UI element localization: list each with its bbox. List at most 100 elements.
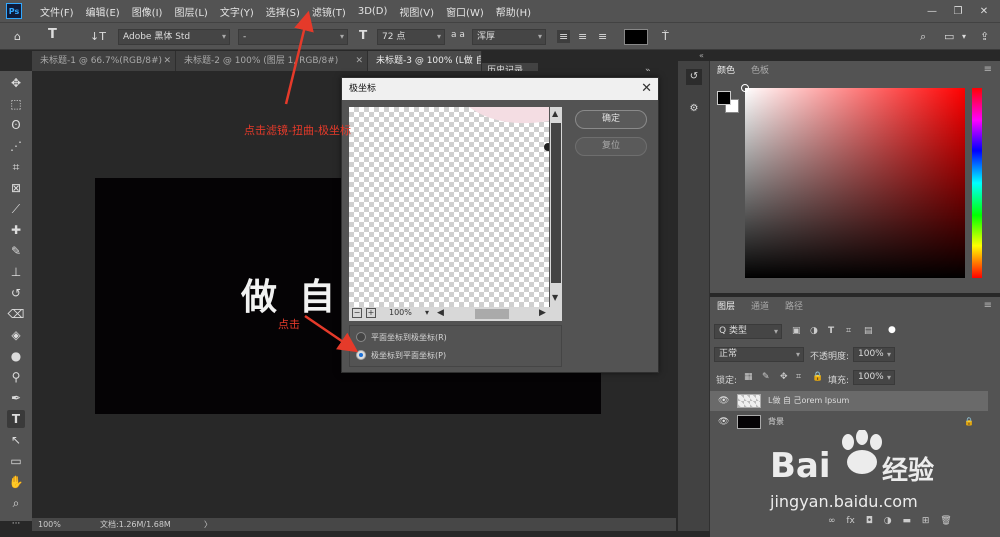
maximize-button[interactable]: ❐ — [950, 6, 966, 17]
filter-preview[interactable] — [349, 107, 549, 307]
clone-stamp-tool-icon[interactable]: ⊥ — [7, 263, 25, 281]
hand-tool-icon[interactable]: ✋ — [7, 473, 25, 491]
eye-icon[interactable]: 👁 — [718, 391, 729, 411]
layer-row-text[interactable]: 👁 L做 自 己orem Ipsum — [710, 391, 988, 411]
menu-image[interactable]: 图像(I) — [132, 4, 163, 19]
menu-edit[interactable]: 编辑(E) — [86, 4, 120, 19]
filter-smart-object-icon[interactable]: ▤ — [864, 326, 873, 336]
scroll-left-icon[interactable]: ◀ — [437, 308, 444, 318]
zoom-tool-icon[interactable]: ⌕ — [7, 494, 25, 512]
foreground-color-swatch[interactable] — [717, 91, 731, 105]
lock-transparent-icon[interactable]: ▦ — [744, 372, 753, 382]
menu-type[interactable]: 文字(Y) — [220, 4, 254, 19]
ok-button[interactable]: 确定 — [575, 110, 647, 129]
healing-brush-tool-icon[interactable]: ✚ — [7, 221, 25, 239]
horizontal-scroll-thumb[interactable] — [475, 309, 509, 319]
move-tool-icon[interactable]: ✥ — [7, 74, 25, 92]
align-left-icon[interactable]: ≡ — [557, 30, 571, 43]
eraser-tool-icon[interactable]: ⌫ — [7, 305, 25, 323]
lock-image-icon[interactable]: ✎ — [762, 372, 770, 382]
lock-all-icon[interactable]: 🔒 — [812, 372, 823, 382]
search-icon[interactable]: ⌕ — [920, 30, 926, 44]
pen-tool-icon[interactable]: ✒ — [7, 389, 25, 407]
more-tools-icon[interactable]: ··· — [7, 515, 25, 533]
tab-layers[interactable]: 图层 — [710, 297, 743, 317]
eyedropper-tool-icon[interactable]: ⟋ — [7, 200, 25, 218]
option-polar-to-rect[interactable]: 极坐标到平面坐标(P) — [356, 348, 446, 362]
tab-paths[interactable]: 路径 — [778, 297, 810, 317]
anti-alias-select[interactable]: 浑厚 ▾ — [472, 29, 546, 45]
blend-mode-select[interactable]: 正常 ▾ — [714, 347, 804, 362]
layer-row-background[interactable]: 👁 背景 🔒 — [710, 412, 988, 432]
vertical-scroll-thumb[interactable] — [551, 123, 561, 283]
type-tool-icon[interactable]: T — [48, 27, 57, 42]
history-brush-tool-icon[interactable]: ↺ — [7, 284, 25, 302]
frame-tool-icon[interactable]: ⊠ — [7, 179, 25, 197]
zoom-in-button[interactable]: + — [366, 308, 376, 318]
preview-vertical-scrollbar[interactable]: ▲ ▼ — [550, 107, 562, 307]
panel-menu-icon[interactable]: ≡ — [984, 64, 992, 75]
text-orientation-icon[interactable]: ↓T — [90, 30, 106, 43]
chevron-down-icon[interactable]: ▾ — [962, 32, 966, 41]
status-chevron-icon[interactable]: 〉 — [204, 518, 212, 531]
menu-3d[interactable]: 3D(D) — [358, 6, 388, 17]
close-icon[interactable]: ✕ — [355, 51, 363, 71]
tab-untitled-1[interactable]: 未标题-1 @ 66.7%(RGB/8#) ✕ — [32, 51, 176, 71]
dialog-titlebar[interactable]: 极坐标 ✕ — [342, 78, 658, 100]
opacity-input[interactable]: 100% ▾ — [853, 347, 895, 362]
menu-file[interactable]: 文件(F) — [40, 4, 74, 19]
tab-color[interactable]: 颜色 — [710, 61, 743, 81]
filter-shape-icon[interactable]: ⌗ — [846, 326, 851, 336]
zoom-out-button[interactable]: − — [352, 308, 362, 318]
blur-tool-icon[interactable]: ● — [7, 347, 25, 365]
menu-window[interactable]: 窗口(W) — [446, 4, 484, 19]
workspace-icon[interactable]: ▭ — [944, 30, 954, 43]
radio-rect-to-polar[interactable] — [356, 332, 366, 342]
filter-pixel-icon[interactable]: ▣ — [792, 326, 801, 336]
rectangle-tool-icon[interactable]: ▭ — [7, 452, 25, 470]
align-center-icon[interactable]: ≡ — [578, 30, 587, 43]
layer-filter-select[interactable]: Q 类型 ▾ — [714, 324, 782, 339]
menu-view[interactable]: 视图(V) — [399, 4, 434, 19]
brush-tool-icon[interactable]: ✎ — [7, 242, 25, 260]
home-icon[interactable]: ⌂ — [14, 30, 21, 43]
tab-untitled-2[interactable]: 未标题-2 @ 100% (图层 1, RGB/8#) ✕ — [176, 51, 368, 71]
filter-adjustment-icon[interactable]: ◑ — [810, 326, 818, 336]
path-select-tool-icon[interactable]: ↖ — [7, 431, 25, 449]
share-icon[interactable]: ⇪ — [980, 30, 989, 43]
lock-position-icon[interactable]: ✥ — [780, 372, 788, 382]
close-icon[interactable]: ✕ — [641, 78, 652, 100]
scroll-up-icon[interactable]: ▲ — [552, 109, 558, 118]
type-tool-icon[interactable]: T — [7, 410, 25, 428]
crop-tool-icon[interactable]: ⌗ — [7, 158, 25, 176]
filter-type-icon[interactable]: T — [828, 326, 834, 336]
menu-filter[interactable]: 滤镜(T) — [312, 4, 346, 19]
status-zoom[interactable]: 100% — [38, 518, 61, 531]
dodge-tool-icon[interactable]: ⚲ — [7, 368, 25, 386]
panel-collapse-icon[interactable]: « — [699, 51, 704, 60]
tab-untitled-3[interactable]: 未标题-3 @ 100% (L做 自 — [368, 51, 482, 71]
color-picker-cursor[interactable] — [741, 84, 749, 92]
radio-polar-to-rect[interactable] — [356, 350, 366, 360]
paint-bucket-tool-icon[interactable]: ◈ — [7, 326, 25, 344]
panel-menu-icon[interactable]: ≡ — [984, 300, 992, 311]
font-size-select[interactable]: 72 点 ▾ — [377, 29, 445, 45]
lock-artboard-icon[interactable]: ⌗ — [796, 372, 801, 382]
hue-slider[interactable] — [972, 88, 982, 278]
menu-layer[interactable]: 图层(L) — [174, 4, 207, 19]
color-picker-field[interactable] — [741, 84, 965, 278]
close-window-button[interactable]: ✕ — [976, 6, 992, 17]
warp-text-icon[interactable]: Ť — [662, 30, 669, 43]
tab-channels[interactable]: 通道 — [744, 297, 776, 317]
font-style-select[interactable]: - ▾ — [238, 29, 348, 45]
option-rect-to-polar[interactable]: 平面坐标到极坐标(R) — [356, 330, 447, 344]
quick-select-tool-icon[interactable]: ⋰ — [7, 137, 25, 155]
align-right-icon[interactable]: ≡ — [598, 30, 607, 43]
scroll-down-icon[interactable]: ▼ — [552, 293, 558, 302]
reset-button[interactable]: 复位 — [575, 137, 647, 156]
properties-panel-icon[interactable]: ⚙ — [686, 101, 702, 117]
filter-toggle-icon[interactable]: ● — [888, 325, 896, 335]
menu-select[interactable]: 选择(S) — [266, 4, 300, 19]
minimize-button[interactable]: — — [924, 6, 940, 17]
eye-icon[interactable]: 👁 — [718, 412, 729, 432]
